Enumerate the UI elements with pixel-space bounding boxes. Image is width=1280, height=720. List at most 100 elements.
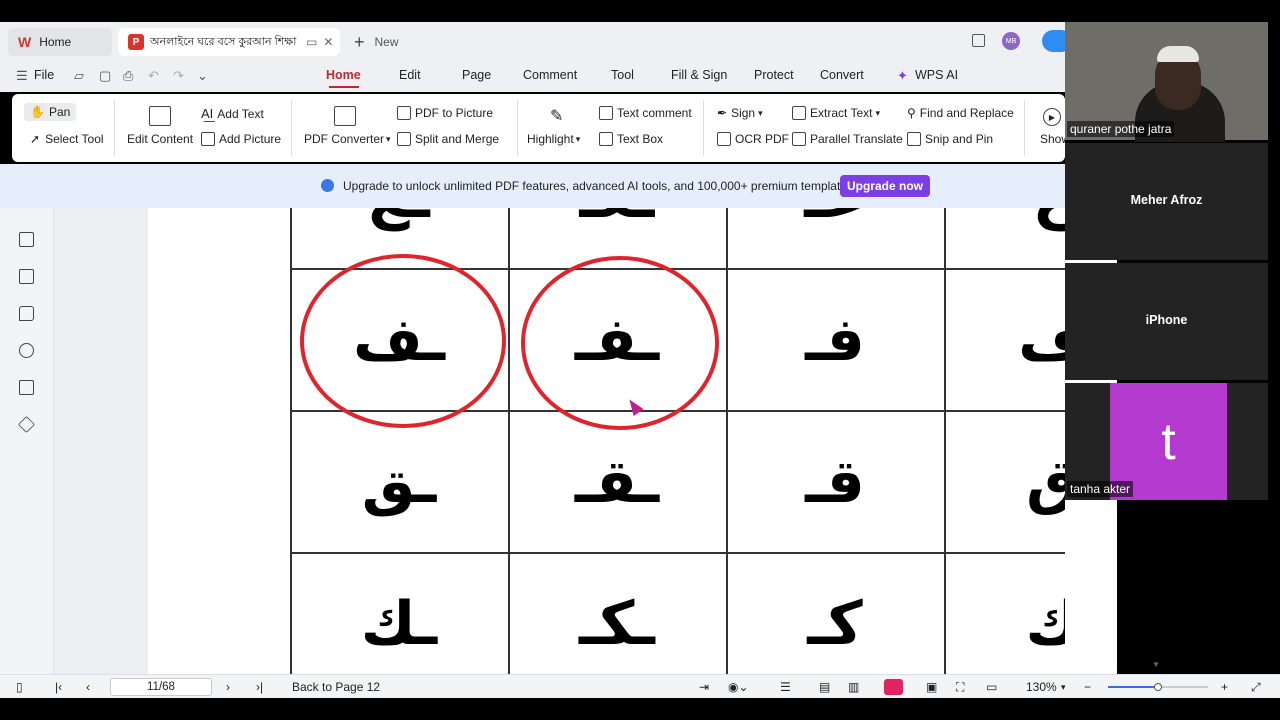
hamburger-icon[interactable]: ☰ (16, 68, 28, 84)
fit-page-icon[interactable]: ⛶ (956, 680, 964, 695)
fit-width-icon[interactable]: ▣ (926, 680, 937, 694)
annotation-circle[interactable] (521, 256, 719, 430)
menu-comment[interactable]: Comment (523, 68, 577, 82)
text-comment-label: Text comment (617, 106, 692, 120)
menu-tool[interactable]: Tool (611, 68, 634, 82)
table-cell: ـك (360, 589, 438, 659)
participant-tile[interactable]: t tanha akter (1065, 383, 1274, 500)
ocr-pdf-button[interactable]: OCR PDF (717, 132, 789, 146)
pdf-converter-button[interactable]: PDF Converter ▾ (304, 132, 391, 146)
zoom-in-icon[interactable]: + (1221, 680, 1228, 694)
scroll-mode-icon[interactable]: ☰ (780, 680, 791, 694)
close-tab-icon[interactable]: ✕ (323, 35, 333, 49)
save-icon[interactable]: ▢ (99, 68, 111, 84)
tab-home[interactable]: W Home (8, 28, 112, 56)
split-merge-button[interactable]: Split and Merge (397, 132, 499, 146)
thumbnail-icon[interactable] (19, 269, 34, 284)
parallel-translate-button[interactable]: Parallel Translate (792, 132, 903, 146)
pdf-to-picture-button[interactable]: PDF to Picture (397, 106, 493, 120)
bookmark-icon[interactable] (19, 232, 34, 247)
menu-protect[interactable]: Protect (754, 68, 794, 82)
annotation-circle[interactable] (300, 254, 506, 428)
add-picture-label: Add Picture (219, 132, 282, 146)
snip-pin-button[interactable]: Snip and Pin (907, 132, 993, 146)
zoom-slider-handle[interactable] (1154, 683, 1162, 691)
tab-bar: W Home P অনলাইনে ঘরে বসে কুরআন শিক্ষা ▭ … (0, 22, 1065, 60)
eye-icon[interactable]: ◉⌄ (728, 680, 749, 694)
zoom-out-icon[interactable]: − (1084, 680, 1091, 694)
table-cell: ق (1026, 447, 1065, 517)
sidebar-toggle-icon[interactable]: ▯ (16, 680, 23, 694)
zoom-slider[interactable] (1108, 683, 1208, 691)
scroll-down-icon[interactable]: ▼ (1152, 660, 1160, 669)
find-replace-button[interactable]: ⚲ Find and Replace (907, 106, 1014, 120)
sign-button[interactable]: ✒ Sign ▾ (717, 106, 763, 120)
add-text-button[interactable]: A͟I Add Text (201, 106, 264, 121)
status-bar: ▯ |‹ ‹ 11/68 › ›| Back to Page 12 ⇥ ◉⌄ ☰… (0, 674, 1280, 698)
pan-button[interactable]: ✋ Pan (24, 103, 77, 121)
ribbon-divider (114, 100, 115, 156)
chevron-down-icon: ▾ (575, 133, 581, 144)
new-tab-button[interactable]: + New (352, 28, 422, 56)
menu-page[interactable]: Page (462, 68, 491, 82)
text-box-button[interactable]: Text Box (599, 132, 663, 146)
comment-panel-icon[interactable] (19, 306, 34, 321)
highlight-label: Highlight (527, 132, 574, 146)
undo-icon[interactable]: ↶ (148, 68, 159, 84)
last-page-icon[interactable]: ›| (256, 680, 263, 694)
chevron-down-icon[interactable]: ⌄ (197, 68, 208, 84)
layers-icon[interactable] (18, 416, 35, 433)
zoom-slider-fill (1108, 686, 1158, 688)
attachment-icon[interactable] (19, 343, 34, 358)
two-page-icon[interactable]: ▥ (848, 680, 859, 694)
table-cell: قـ (805, 447, 865, 517)
print-icon[interactable]: ⎙ (123, 68, 133, 84)
zoom-level[interactable]: 130% (1026, 680, 1057, 694)
plus-icon: + (354, 31, 365, 52)
redo-icon[interactable]: ↷ (173, 68, 184, 84)
edit-content-icon (149, 106, 171, 126)
add-picture-button[interactable]: Add Picture (201, 132, 281, 146)
participant-tile[interactable]: quraner pothe jatra (1065, 22, 1274, 142)
menu-file[interactable]: File (34, 68, 54, 82)
document-viewport[interactable]: ـع ـعـ عـ ع ـف ـفـ فـ ف ـق ـقـ قـ ق ـك ـ… (54, 208, 1065, 674)
extract-text-button[interactable]: Extract Text ▾ (792, 106, 880, 120)
page-number-input[interactable]: 11/68 (110, 678, 212, 696)
show-button[interactable]: Show (1040, 132, 1065, 146)
text-icon: A͟I (201, 106, 214, 121)
text-comment-button[interactable]: Text comment (599, 106, 692, 120)
chevron-down-icon: ▾ (386, 133, 391, 144)
edit-content-button[interactable]: Edit Content (127, 132, 193, 146)
participant-tile[interactable]: Meher Afroz (1065, 143, 1274, 260)
menu-fill-sign[interactable]: Fill & Sign (671, 68, 727, 82)
highlight-button[interactable]: Highlight ▾ (527, 132, 580, 146)
sign-label: Sign (731, 106, 756, 120)
menu-wps-ai[interactable]: WPS AI (915, 68, 958, 82)
account-avatar[interactable]: MB (1002, 32, 1020, 50)
letter-table: ـع ـعـ عـ ع ـف ـفـ فـ ف ـق ـقـ قـ ق ـك ـ… (290, 208, 1065, 674)
next-page-icon[interactable]: › (226, 680, 230, 694)
exit-icon[interactable]: ⇥ (699, 680, 709, 694)
menu-home[interactable]: Home (326, 68, 361, 82)
participant-name: iPhone (1145, 313, 1188, 327)
chevron-down-icon[interactable]: ▾ (1061, 682, 1066, 693)
back-to-page-link[interactable]: Back to Page 12 (292, 680, 380, 694)
select-tool-button[interactable]: ➚ Select Tool (30, 132, 104, 146)
menu-edit[interactable]: Edit (399, 68, 421, 82)
participant-tile[interactable]: iPhone (1065, 263, 1274, 380)
upgrade-now-button[interactable]: Upgrade now (840, 175, 930, 197)
monitor-icon[interactable]: ▭ (306, 35, 317, 49)
window-restore-icon[interactable] (972, 34, 985, 47)
single-page-icon[interactable]: ▤ (819, 680, 830, 694)
fullscreen-icon[interactable]: ⤢ (1251, 680, 1261, 695)
menu-convert[interactable]: Convert (820, 68, 864, 82)
signature-panel-icon[interactable] (19, 380, 34, 395)
play-icon: ▶ (1043, 108, 1061, 126)
rotate-icon[interactable]: ▭ (986, 680, 997, 694)
record-icon[interactable] (884, 679, 903, 695)
extract-text-label: Extract Text (810, 106, 873, 120)
prev-page-icon[interactable]: ‹ (86, 680, 90, 694)
tab-document[interactable]: P অনলাইনে ঘরে বসে কুরআন শিক্ষা ▭ ✕ (118, 28, 340, 56)
first-page-icon[interactable]: |‹ (55, 680, 62, 694)
open-folder-icon[interactable]: ▱ (74, 68, 84, 84)
